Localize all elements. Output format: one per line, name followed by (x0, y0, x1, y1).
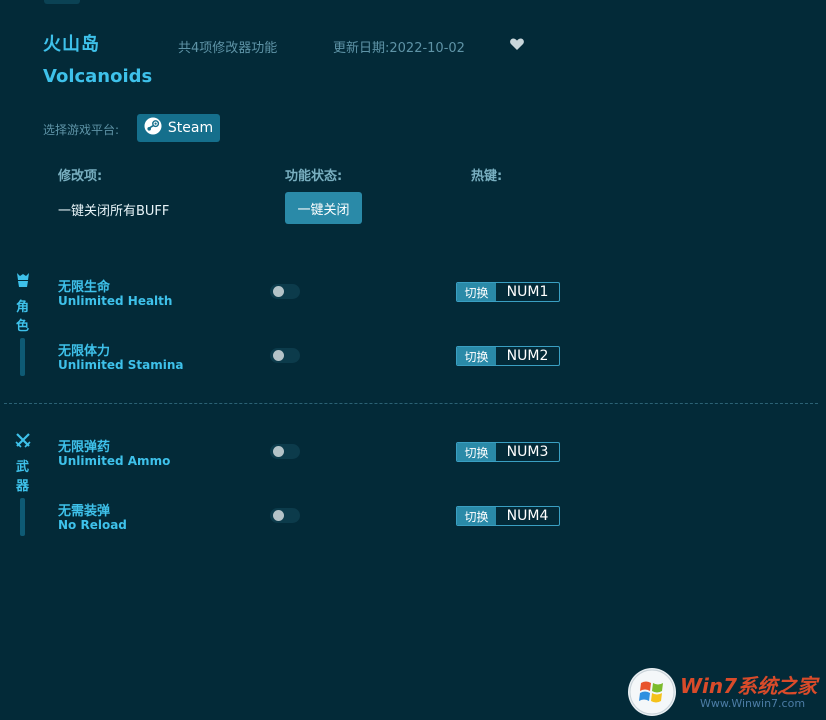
switch-label: 切换 (457, 443, 496, 461)
unlimited-stamina-toggle[interactable] (270, 348, 300, 363)
hotkey-num3[interactable]: 切换 NUM3 (456, 442, 560, 462)
column-hotkey-header: 热键: (471, 169, 503, 184)
game-title-cn: 火山岛 (43, 34, 100, 55)
switch-label: 切换 (457, 507, 496, 525)
hotkey-key: NUM4 (506, 508, 549, 524)
hotkey-num1[interactable]: 切换 NUM1 (456, 282, 560, 302)
close-all-button[interactable]: 一键关闭 (285, 192, 362, 224)
steam-icon (144, 117, 162, 139)
column-mod-header: 修改项: (58, 169, 103, 184)
toggle-knob (273, 446, 284, 457)
platform-label: 选择游戏平台: (43, 123, 120, 137)
top-tab[interactable] (44, 0, 80, 4)
watermark-text: Win7系统之家 (680, 674, 818, 698)
category-indicator (20, 338, 25, 376)
close-all-buff-label: 一键关闭所有BUFF (58, 204, 170, 219)
mod-name-cn: 无限体力 (58, 344, 111, 359)
hotkey-key: NUM3 (506, 444, 549, 460)
mod-name-en: Unlimited Ammo (58, 454, 171, 468)
section-divider (4, 403, 818, 404)
mod-name-cn: 无需装弹 (58, 504, 111, 519)
no-reload-toggle[interactable] (270, 508, 300, 523)
mod-name-cn: 无限弹药 (58, 440, 111, 455)
switch-label: 切换 (457, 283, 496, 301)
hotkey-key: NUM1 (506, 284, 549, 300)
unlimited-health-toggle[interactable] (270, 284, 300, 299)
watermark-url: Www.Winwin7.com (700, 697, 806, 710)
category-indicator (20, 498, 25, 536)
hotkey-key: NUM2 (506, 348, 549, 364)
hotkey-num4[interactable]: 切换 NUM4 (456, 506, 560, 526)
mod-name-en: Unlimited Stamina (58, 358, 184, 372)
mod-name-cn: 无限生命 (58, 280, 111, 295)
category-label-weapon: 武器 (16, 460, 30, 494)
hotkey-num2[interactable]: 切换 NUM2 (456, 346, 560, 366)
toggle-knob (273, 350, 284, 361)
feature-count: 共4项修改器功能 (178, 41, 278, 56)
switch-label: 切换 (457, 347, 496, 365)
toggle-knob (273, 510, 284, 521)
toggle-knob (273, 286, 284, 297)
category-label-character: 角色 (16, 300, 30, 334)
heart-icon[interactable] (509, 36, 525, 52)
update-date: 更新日期:2022-10-02 (333, 41, 465, 56)
game-title-en: Volcanoids (43, 66, 153, 87)
mod-name-en: No Reload (58, 518, 127, 532)
character-icon (14, 271, 32, 289)
steam-button-label: Steam (167, 120, 214, 136)
watermark: Win7系统之家 Www.Winwin7.com (628, 664, 824, 718)
steam-platform-button[interactable]: Steam (137, 114, 220, 142)
windows-logo-icon (628, 668, 676, 716)
mod-name-en: Unlimited Health (58, 294, 173, 308)
unlimited-ammo-toggle[interactable] (270, 444, 300, 459)
column-status-header: 功能状态: (285, 169, 343, 184)
crossed-swords-icon (14, 431, 32, 449)
